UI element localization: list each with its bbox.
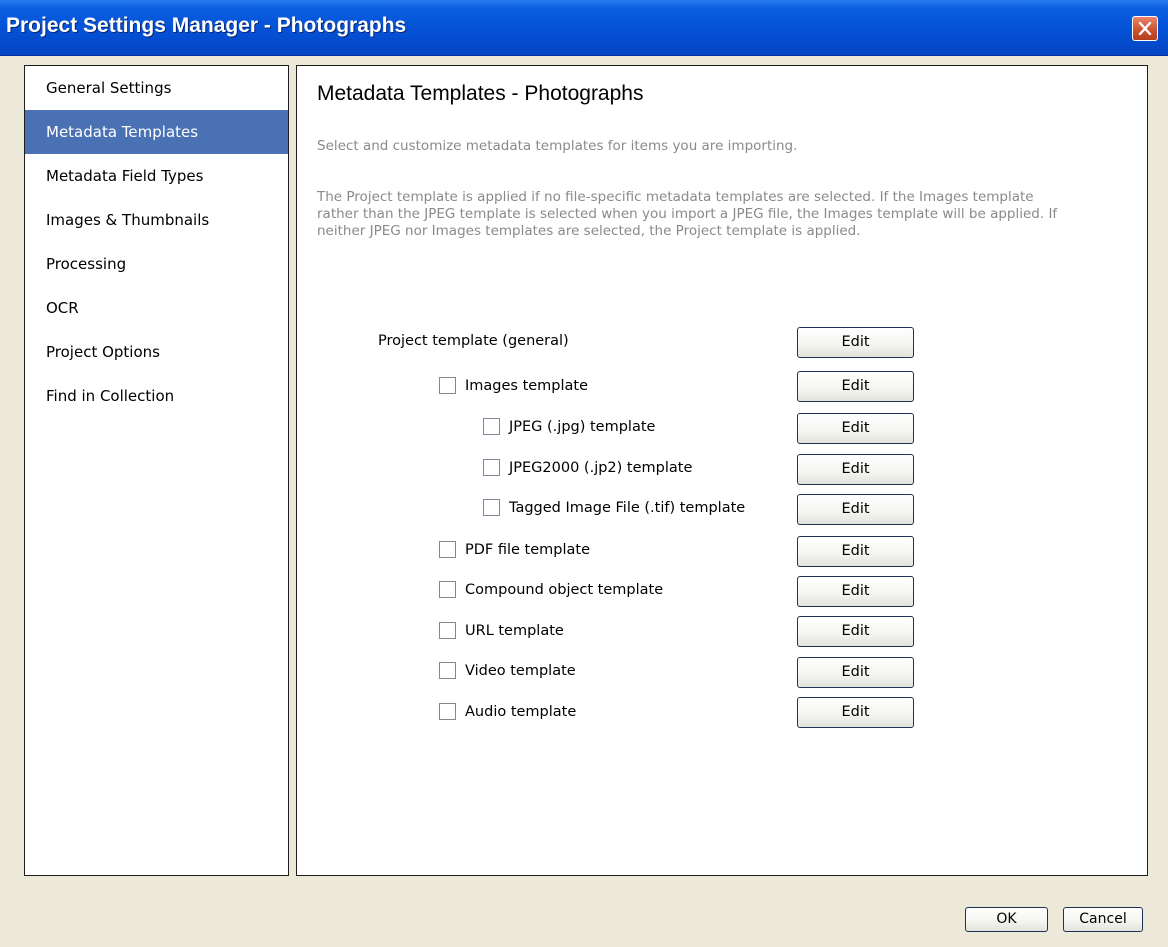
edit-url-template-button[interactable]: Edit <box>797 616 914 647</box>
nav-item-metadata-field-types[interactable]: Metadata Field Types <box>25 154 288 198</box>
nav-item-ocr[interactable]: OCR <box>25 286 288 330</box>
images-template-checkbox[interactable] <box>439 377 456 394</box>
edit-video-template-button[interactable]: Edit <box>797 657 914 688</box>
page-title: Metadata Templates - Photographs <box>317 82 644 105</box>
edit-pdf-template-button[interactable]: Edit <box>797 536 914 567</box>
url-template-label: URL template <box>465 623 564 639</box>
images-template-label: Images template <box>465 378 589 394</box>
url-template-row: URL template <box>439 621 564 641</box>
edit-audio-template-button[interactable]: Edit <box>797 697 914 728</box>
audio-template-label: Audio template <box>465 704 577 720</box>
audio-template-row: Audio template <box>439 702 576 722</box>
template-description: The Project template is applied if no fi… <box>317 189 1058 239</box>
close-button[interactable] <box>1132 16 1158 41</box>
compound-template-row: Compound object template <box>439 580 663 600</box>
jpeg-template-checkbox[interactable] <box>483 418 500 435</box>
edit-project-template-button[interactable]: Edit <box>797 327 914 358</box>
nav-item-project-options[interactable]: Project Options <box>25 330 288 374</box>
tif-template-checkbox[interactable] <box>483 499 500 516</box>
nav-item-processing[interactable]: Processing <box>25 242 288 286</box>
nav-item-find-in-collection[interactable]: Find in Collection <box>25 374 288 418</box>
jpeg2000-template-checkbox[interactable] <box>483 459 500 476</box>
jpeg2000-template-label: JPEG2000 (.jp2) template <box>509 460 693 476</box>
pdf-template-label: PDF file template <box>465 542 591 558</box>
content-panel: Metadata Templates - Photographs Select … <box>296 65 1148 876</box>
page-subtitle: Select and customize metadata templates … <box>317 138 798 154</box>
jpeg-template-label: JPEG (.jpg) template <box>509 419 656 435</box>
pdf-template-row: PDF file template <box>439 540 590 560</box>
jpeg2000-template-row: JPEG2000 (.jp2) template <box>483 458 692 478</box>
url-template-checkbox[interactable] <box>439 622 456 639</box>
audio-template-checkbox[interactable] <box>439 703 456 720</box>
ok-button[interactable]: OK <box>965 907 1048 932</box>
project-template-label: Project template (general) <box>378 333 569 349</box>
nav-item-general-settings[interactable]: General Settings <box>25 66 288 110</box>
window-title: Project Settings Manager - Photographs <box>6 14 407 37</box>
images-template-row: Images template <box>439 376 588 396</box>
compound-template-label: Compound object template <box>465 582 664 598</box>
compound-template-checkbox[interactable] <box>439 581 456 598</box>
edit-tif-template-button[interactable]: Edit <box>797 494 914 525</box>
pdf-template-checkbox[interactable] <box>439 541 456 558</box>
nav-item-metadata-templates[interactable]: Metadata Templates <box>25 110 288 154</box>
video-template-label: Video template <box>465 663 576 679</box>
tif-template-label: Tagged Image File (.tif) template <box>509 500 746 516</box>
nav-item-images-thumbnails[interactable]: Images & Thumbnails <box>25 198 288 242</box>
close-icon <box>1138 22 1152 35</box>
tif-template-row: Tagged Image File (.tif) template <box>483 498 745 518</box>
edit-compound-template-button[interactable]: Edit <box>797 576 914 607</box>
jpeg-template-row: JPEG (.jpg) template <box>483 417 655 437</box>
video-template-row: Video template <box>439 661 576 681</box>
edit-images-template-button[interactable]: Edit <box>797 371 914 402</box>
settings-nav: General Settings Metadata Templates Meta… <box>24 65 289 876</box>
title-bar: Project Settings Manager - Photographs <box>0 0 1168 56</box>
video-template-checkbox[interactable] <box>439 662 456 679</box>
edit-jpeg2000-template-button[interactable]: Edit <box>797 454 914 485</box>
edit-jpeg-template-button[interactable]: Edit <box>797 413 914 444</box>
cancel-button[interactable]: Cancel <box>1063 907 1143 932</box>
